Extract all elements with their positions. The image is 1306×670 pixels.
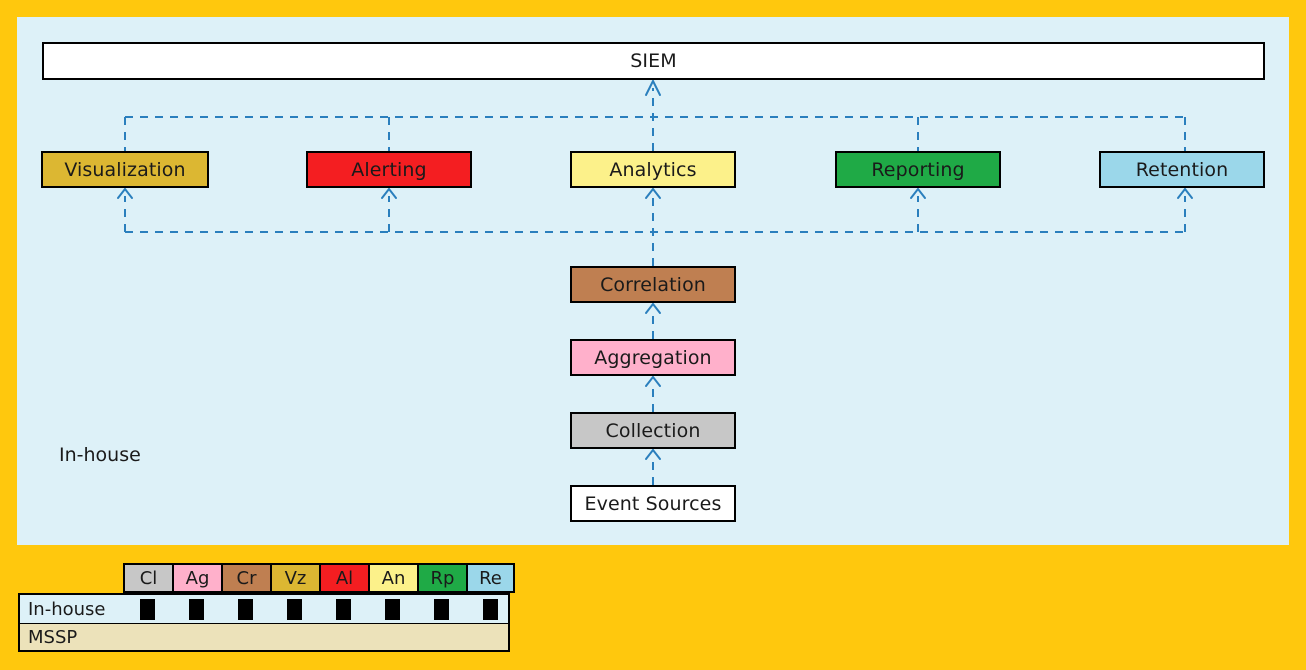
legend-cell-in-house-vz[interactable] <box>270 598 319 620</box>
node-correlation[interactable]: Correlation <box>570 266 736 303</box>
legend-header-row: Cl Ag Cr Vz Al An Rp Re <box>123 563 515 593</box>
node-visualization-label: Visualization <box>64 158 186 181</box>
siem-label: SIEM <box>630 50 677 72</box>
diagram-canvas: SIEM Visualization Alerting Analytics Re… <box>0 0 1306 670</box>
node-reporting-label: Reporting <box>871 158 965 181</box>
legend-cell-in-house-cr[interactable] <box>221 598 270 620</box>
legend-row-in-house-label: In-house <box>28 598 106 620</box>
legend-header-cell-vz[interactable]: Vz <box>270 563 319 593</box>
node-correlation-label: Correlation <box>600 273 706 296</box>
node-alerting[interactable]: Alerting <box>306 151 472 188</box>
node-reporting[interactable]: Reporting <box>835 151 1001 188</box>
node-visualization[interactable]: Visualization <box>41 151 209 188</box>
legend-mark-square <box>140 598 155 620</box>
legend-header-cell-al[interactable]: Al <box>319 563 368 593</box>
legend-mark-square <box>189 598 204 620</box>
legend-cell-in-house-an[interactable] <box>368 598 417 620</box>
legend-table: Cl Ag Cr Vz Al An Rp Re In-house MSSP <box>18 563 515 652</box>
node-collection-label: Collection <box>605 419 701 442</box>
node-alerting-label: Alerting <box>351 158 427 181</box>
legend-mark-square <box>238 598 253 620</box>
node-aggregation-label: Aggregation <box>594 346 712 369</box>
legend-row-mssp-label: MSSP <box>28 626 78 648</box>
legend-header-cell-re[interactable]: Re <box>466 563 515 593</box>
legend-cell-in-house-re[interactable] <box>466 598 515 620</box>
node-aggregation[interactable]: Aggregation <box>570 339 736 376</box>
legend-mark-square <box>385 598 400 620</box>
node-retention[interactable]: Retention <box>1099 151 1265 188</box>
node-analytics[interactable]: Analytics <box>570 151 736 188</box>
legend-mark-square <box>434 598 449 620</box>
legend-cell-in-house-cl[interactable] <box>123 598 172 620</box>
node-retention-label: Retention <box>1135 158 1229 181</box>
legend-header-cell-an[interactable]: An <box>368 563 417 593</box>
legend-cell-in-house-ag[interactable] <box>172 598 221 620</box>
legend-mark-square <box>336 598 351 620</box>
legend-mark-square <box>287 598 302 620</box>
legend-header-cell-cl[interactable]: Cl <box>123 563 172 593</box>
legend-header-cell-cr[interactable]: Cr <box>221 563 270 593</box>
node-collection[interactable]: Collection <box>570 412 736 449</box>
legend-marks-mssp <box>123 624 515 650</box>
node-event-sources-label: Event Sources <box>584 492 722 515</box>
node-analytics-label: Analytics <box>609 158 697 181</box>
legend-cell-in-house-rp[interactable] <box>417 598 466 620</box>
legend-mark-square <box>483 598 498 620</box>
legend-row-mssp[interactable]: MSSP <box>18 623 510 652</box>
node-event-sources[interactable]: Event Sources <box>570 485 736 522</box>
legend-header-cell-rp[interactable]: Rp <box>417 563 466 593</box>
legend-cell-in-house-al[interactable] <box>319 598 368 620</box>
panel-caption: In-house <box>59 444 141 466</box>
siem-title-box[interactable]: SIEM <box>42 42 1265 80</box>
legend-row-in-house[interactable]: In-house <box>18 593 510 624</box>
legend-marks-in-house <box>123 595 515 623</box>
legend-header-cell-ag[interactable]: Ag <box>172 563 221 593</box>
